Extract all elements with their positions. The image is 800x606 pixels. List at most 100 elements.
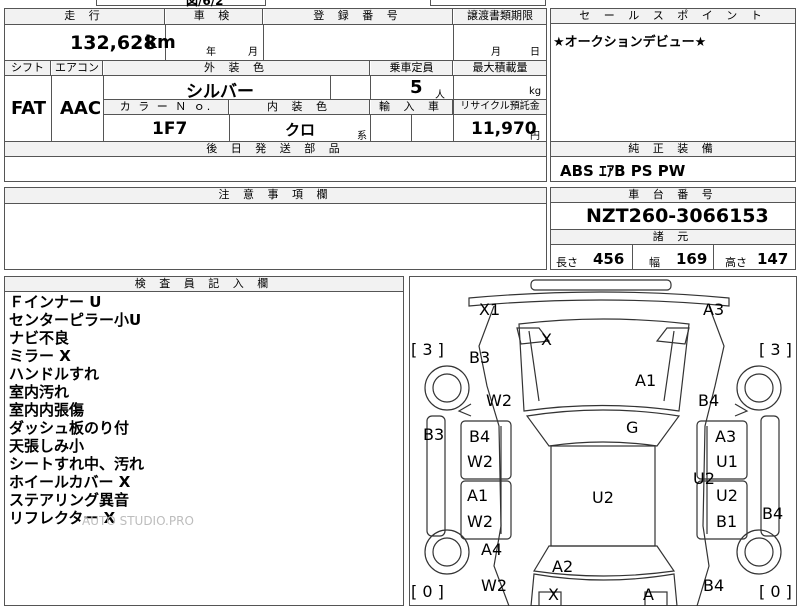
mark-a2-trunk: A2	[552, 557, 574, 576]
windshield	[525, 409, 681, 447]
genuine-equipment-value: ABS ｴｱB PS PW	[560, 162, 686, 180]
mark-x-wind: X	[541, 330, 552, 349]
chassis-number: NZT260-3066153	[586, 205, 769, 227]
mark-u2-right-rear: U2	[716, 486, 738, 505]
interior-color-header: 内 装 色	[230, 100, 370, 114]
mark-tire-left-rear: [ 0 ]	[411, 582, 444, 601]
recycle-header: リサイクル預託金	[454, 100, 546, 114]
top-fragment-box	[96, 0, 266, 6]
inspector-notes-header: 検 査 員 記 入 欄	[5, 277, 403, 291]
mark-tire-right-rear: [ 0 ]	[759, 582, 792, 601]
watermark: AUTO STUDIO.PRO	[82, 514, 194, 528]
inspector-note-line: ミラー X	[9, 347, 71, 365]
tire-left-rear	[424, 529, 470, 575]
mark-b4-right-front: B4	[698, 391, 720, 410]
mark-a3-right-door: A3	[715, 427, 737, 446]
transfer-month-label: 月	[491, 47, 501, 58]
max-load-header: 最大積載量	[454, 61, 546, 75]
mark-x1: X1	[479, 300, 501, 319]
height-label: 高さ	[725, 256, 747, 269]
sales-point-text: ★オークションデビュー★	[553, 35, 707, 50]
mark-b3-left: B3	[423, 425, 445, 444]
import-header: 輸 入 車	[371, 100, 453, 114]
color-no-value: 1F7	[152, 119, 188, 139]
mileage-value: 132,628	[70, 32, 157, 54]
width-value: 169	[676, 250, 708, 268]
mark-w2-left-front: W2	[486, 391, 512, 410]
interior-color-suffix: 系	[357, 131, 367, 142]
tire-right-front	[736, 365, 782, 411]
inspector-note-line: シートすれ中、汚れ	[9, 455, 145, 473]
recycle-unit: 円	[530, 131, 540, 142]
color-no-header: カ ラ ー Ｎ ｏ.	[104, 100, 229, 114]
later-parts-header: 後 日 発 送 部 品	[5, 142, 546, 156]
mark-a3-top: A3	[703, 300, 725, 319]
mark-g-windshield: G	[626, 418, 639, 437]
mileage-header: 走 行	[5, 9, 165, 24]
wheel-left-front	[432, 373, 462, 403]
transfer-day-label: 日	[530, 47, 540, 58]
sales-point-header: セ ー ル ス ポ イ ン ト	[551, 9, 795, 23]
height-value: 147	[757, 250, 789, 268]
tire-right-rear	[736, 529, 782, 575]
interior-color-value: クロ	[285, 121, 316, 139]
mark-a1-left-rear: A1	[467, 486, 489, 505]
shift-value: FAT	[11, 98, 47, 119]
inspector-note-line: 室内汚れ	[9, 383, 70, 401]
exterior-color-header: 外 装 色	[104, 61, 370, 75]
recycle-amount: 11,970	[471, 119, 537, 139]
mark-b4-rear-right: B4	[703, 576, 725, 595]
wheel-right-rear	[744, 537, 774, 567]
inspection-header: 車 検	[166, 9, 263, 24]
length-label: 長さ	[556, 256, 578, 269]
wheel-left-rear	[432, 537, 462, 567]
mark-tire-left-front: [ 3 ]	[411, 340, 444, 359]
registration-header: 登 録 番 号	[264, 9, 453, 24]
specs-header: 諸 元	[551, 230, 795, 244]
length-value: 456	[593, 250, 625, 268]
inspector-note-line: センターピラー小U	[9, 311, 142, 329]
mark-u2-roof: U2	[592, 488, 614, 507]
mark-u1-right-door: U1	[716, 452, 738, 471]
mark-b1-right-rear: B1	[716, 512, 738, 531]
max-load-unit: kg	[529, 86, 542, 97]
inspector-notes-list: Ｆインナー U センターピラー小U ナビ不良 ミラー X ハンドルすれ 室内汚れ 室内内張傷…	[9, 293, 144, 527]
inspector-note-line: ステアリング異音	[9, 491, 130, 509]
capacity-header: 乗車定員	[371, 61, 453, 75]
aircon-header: エアコン	[52, 61, 103, 75]
mark-tire-right-front: [ 3 ]	[759, 340, 792, 359]
mark-a1-hood: A1	[635, 371, 657, 390]
mark-x-rear: X	[548, 585, 559, 604]
transfer-docs-header: 譲渡書類期限	[454, 9, 546, 24]
mark-b4-right-side: B4	[762, 504, 784, 523]
mark-w2-left-door: W2	[467, 452, 493, 471]
mark-b4-left-door: B4	[469, 427, 491, 446]
car-diagram-svg	[424, 279, 782, 606]
inspector-note-line: ホイールカバー X	[9, 473, 131, 491]
mileage-unit: km	[145, 32, 176, 53]
inspector-note-line: 室内内張傷	[9, 401, 85, 419]
inspector-note-line: Ｆインナー U	[9, 293, 102, 311]
mark-a4-rear-left: A4	[481, 540, 503, 559]
inspector-note-line: 天張しみ小	[9, 437, 85, 455]
inspection-year-label: 年	[206, 47, 216, 58]
mark-w2-left-rear: W2	[467, 512, 493, 531]
inspector-note-line: ナビ不良	[9, 329, 70, 347]
tire-left-front	[424, 365, 470, 411]
width-label: 幅	[649, 256, 660, 269]
mark-a-rear: A	[643, 585, 654, 604]
genuine-equipment-header: 純 正 装 備	[551, 142, 795, 156]
chassis-header: 車 台 番 号	[551, 188, 795, 202]
inspector-note-line: ハンドルすれ	[9, 365, 100, 383]
mark-b3-upper: B3	[469, 348, 491, 367]
aircon-value: AAC	[60, 98, 102, 119]
notes-header: 注 意 事 項 欄	[5, 188, 546, 203]
capacity-value: 5	[410, 77, 423, 98]
inspector-note-line: ダッシュ板のり付	[9, 419, 130, 437]
inspection-month-label: 月	[248, 47, 258, 58]
shift-header: シフト	[5, 61, 51, 75]
top-right-fragment-box	[430, 0, 546, 6]
mark-u2-right-mid: U2	[693, 469, 715, 488]
mark-w2-rear: W2	[481, 576, 507, 595]
front-bumper	[468, 291, 730, 307]
